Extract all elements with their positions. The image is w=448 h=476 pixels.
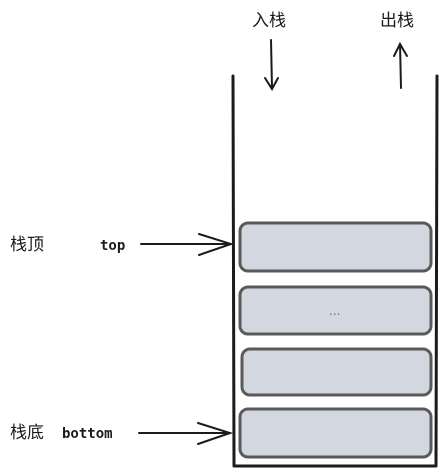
top-pointer-label: top [100, 238, 125, 254]
top-pointer-arrow [140, 233, 235, 256]
bottom-pointer-label: bottom [62, 426, 113, 442]
stack-top-label: 栈顶 [10, 235, 44, 255]
stack-bottom-label: 栈底 [10, 423, 44, 443]
stack-block-top [238, 221, 433, 273]
stack-block-lower [240, 347, 433, 397]
pop-arrow [393, 41, 408, 89]
bottom-pointer-arrow [138, 422, 234, 445]
stack-block-bottom [238, 407, 433, 459]
push-label: 入栈 [252, 11, 286, 31]
stack-diagram: 入栈 出栈 栈顶 top 栈底 bottom ... [10, 11, 439, 468]
push-arrow [264, 39, 279, 91]
pop-label: 出栈 [380, 11, 414, 31]
middle-block-ellipsis: ... [329, 304, 340, 318]
